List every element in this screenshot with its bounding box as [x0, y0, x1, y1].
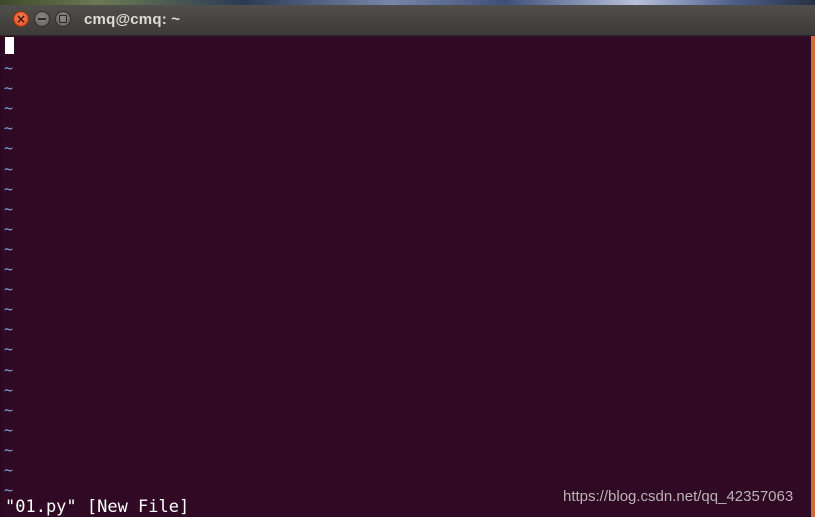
window-left-border [0, 36, 2, 517]
empty-line-tilde: ~ [4, 179, 14, 198]
empty-line-tilde: ~ [4, 59, 14, 77]
terminal-window: × cmq@cmq: ~ ~ ~ ~ ~ ~ ~ ~ ~ ~ ~ ~ ~ ~ ~ ~ ~ ~ ~ ~ ~ ~ ~ "01.… [0, 0, 815, 517]
watermark: https://blog.csdn.net/qq_42357063 [563, 488, 794, 505]
empty-line-tilde: ~ [4, 380, 14, 399]
maximize-icon [59, 15, 67, 23]
empty-line-tilde: ~ [4, 99, 14, 118]
empty-line-tilde: ~ [4, 219, 14, 238]
empty-line-tilde: ~ [4, 400, 14, 419]
minimize-button[interactable] [34, 11, 50, 27]
empty-line-tilde: ~ [4, 139, 14, 158]
terminal-content[interactable]: ~ ~ ~ ~ ~ ~ ~ ~ ~ ~ ~ ~ ~ ~ ~ ~ ~ ~ ~ ~ ~ ~ "01.py" [New File… [3, 36, 808, 517]
empty-line-tilde: ~ [4, 461, 14, 479]
empty-line-tilde: ~ [4, 260, 14, 278]
empty-line-tilde: ~ [4, 340, 14, 359]
empty-line-tilde: ~ [4, 239, 14, 258]
titlebar[interactable]: × cmq@cmq: ~ [0, 5, 815, 36]
empty-line-tilde: ~ [4, 280, 14, 299]
empty-line-tilde: ~ [4, 159, 14, 178]
empty-line-tilde: ~ [4, 300, 14, 319]
empty-line-tilde: ~ [4, 420, 14, 439]
window-right-border[interactable] [811, 36, 815, 517]
empty-line-tilde: ~ [4, 440, 14, 459]
vim-status-line: "01.py" [New File] [5, 497, 190, 517]
empty-line-tilde: ~ [4, 360, 14, 379]
window-title: cmq@cmq: ~ [84, 11, 181, 28]
empty-line-tilde: ~ [4, 320, 14, 339]
empty-line-tilde: ~ [4, 79, 14, 98]
close-button[interactable]: × [13, 11, 29, 27]
maximize-button[interactable] [55, 11, 71, 27]
empty-line-tilde: ~ [4, 119, 14, 138]
minimize-icon [38, 18, 46, 20]
empty-line-tilde: ~ [4, 199, 14, 218]
text-cursor [5, 37, 14, 54]
close-icon: × [15, 12, 27, 26]
